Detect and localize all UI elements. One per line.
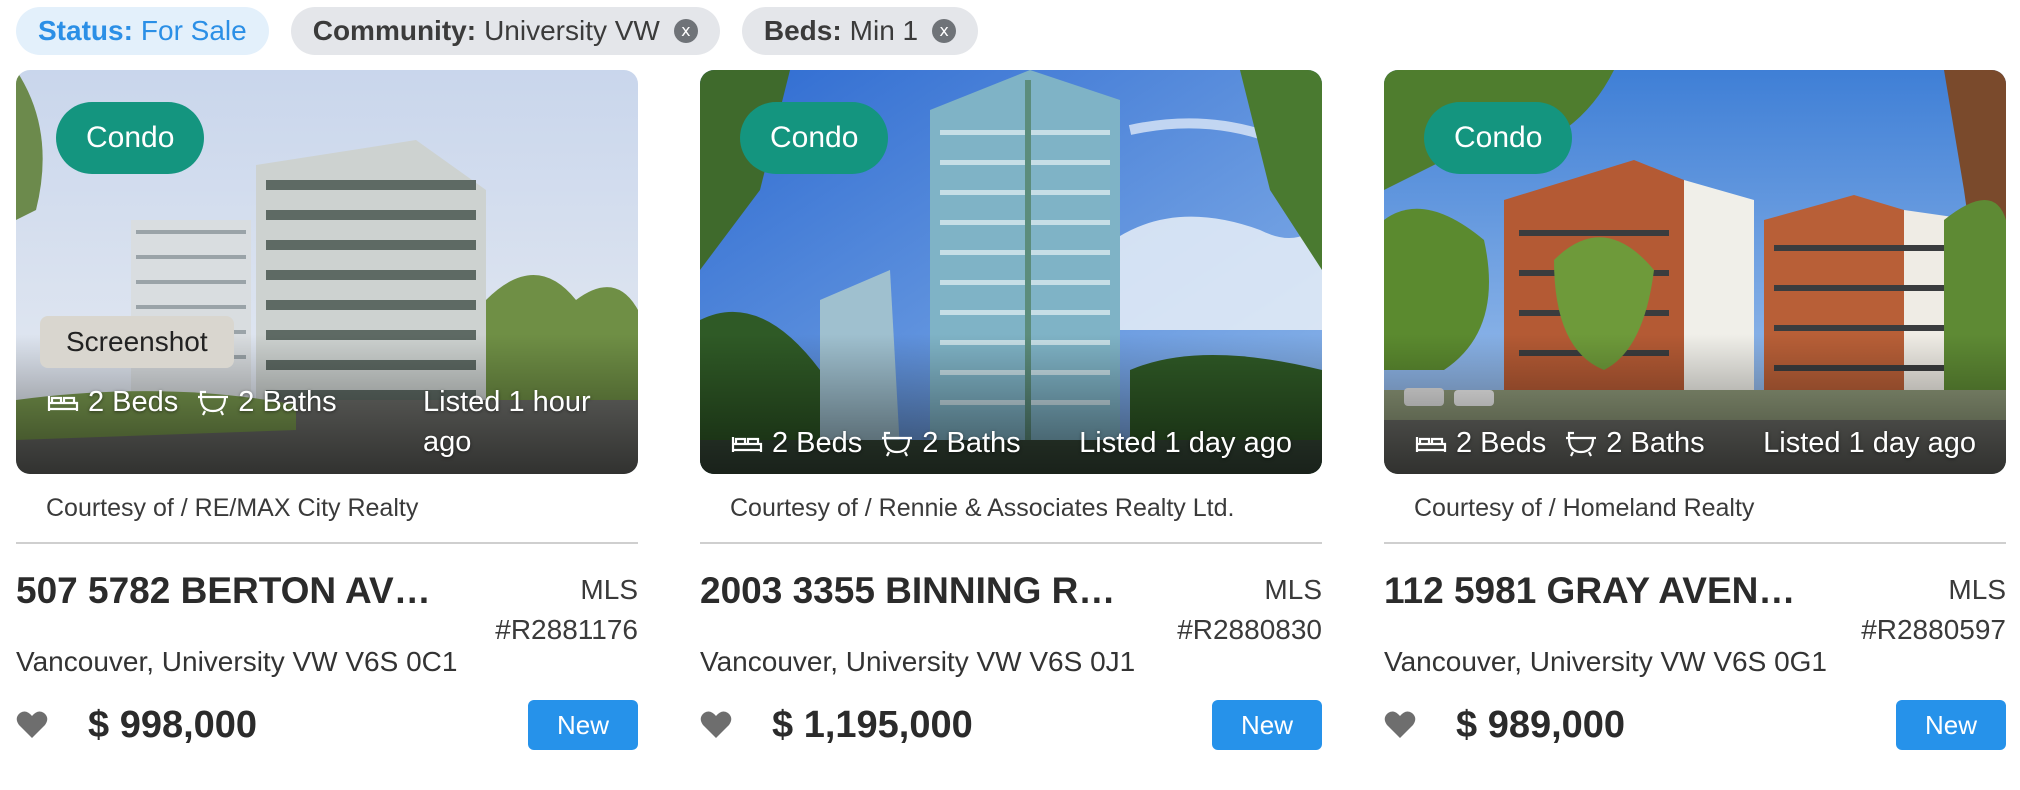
filter-value: University VW <box>484 15 660 46</box>
courtesy-text: Courtesy of / Homeland Realty <box>1384 474 2006 544</box>
beds-count: 2 Beds <box>88 386 179 418</box>
beds-info: 2 Beds <box>730 427 862 460</box>
bed-icon <box>731 436 763 452</box>
listing-city: Vancouver, University VW V6S 0J1 <box>700 646 1136 677</box>
listed-time: Listed 1 hour ago <box>423 386 591 458</box>
property-type-badge: Condo <box>740 102 889 174</box>
beds-info: 2 Beds <box>46 386 178 419</box>
bath-icon <box>1566 431 1597 456</box>
listing-city: Vancouver, University VW V6S 0G1 <box>1384 646 1827 677</box>
photo-info-bar: 2 Beds 2 Baths Listed 1 day ago <box>1414 427 1976 460</box>
mls-label: MLS <box>580 574 638 605</box>
heart-icon[interactable] <box>700 710 732 740</box>
listing-photo[interactable]: Condo 2 Beds 2 Baths Listed 1 day ago <box>1384 70 2006 474</box>
filter-value: For Sale <box>140 15 247 46</box>
property-type-badge: Condo <box>1424 102 1573 174</box>
new-badge[interactable]: New <box>528 700 638 750</box>
close-icon[interactable]: x <box>673 19 698 43</box>
bed-icon <box>47 395 79 411</box>
listing-price: $ 989,000 <box>1456 703 1626 746</box>
baths-count: 2 Baths <box>238 386 337 418</box>
bath-icon <box>882 431 913 456</box>
bed-icon <box>1415 436 1447 452</box>
baths-info: 2 Baths <box>1564 427 1705 460</box>
heart-icon[interactable] <box>1384 710 1416 740</box>
beds-info: 2 Beds <box>1414 427 1546 460</box>
baths-count: 2 Baths <box>1606 427 1705 459</box>
listing-address[interactable]: 2003 3355 BINNING ROAD <box>700 570 1120 650</box>
listing-address[interactable]: 112 5981 GRAY AVENUE <box>1384 570 1804 650</box>
beds-count: 2 Beds <box>1456 427 1547 459</box>
mls-value: #R2881176 <box>495 614 638 645</box>
screenshot-tag: Screenshot <box>40 316 234 368</box>
filter-value: Min 1 <box>849 15 919 46</box>
photo-info-bar: 2 Beds 2 Baths Listed 1 hour ago <box>46 386 608 462</box>
mls-number: MLS #R2880597 <box>1861 570 2006 650</box>
property-type-badge: Condo <box>56 102 205 174</box>
mls-number: MLS #R2880830 <box>1177 570 1322 650</box>
filter-chip-community[interactable]: Community: University VW x <box>290 7 720 55</box>
bath-icon <box>198 390 229 415</box>
mls-number: MLS #R2881176 <box>495 570 638 650</box>
listing-grid: Condo Screenshot 2 Beds 2 Baths Listed 1… <box>16 70 2006 750</box>
listing-card[interactable]: Condo Screenshot 2 Beds 2 Baths Listed 1… <box>16 70 638 750</box>
listing-card[interactable]: Condo 2 Beds 2 Baths Listed 1 day ago Co… <box>700 70 1322 750</box>
listed-time: Listed 1 day ago <box>1079 427 1292 459</box>
courtesy-text: Courtesy of / RE/MAX City Realty <box>16 474 638 544</box>
filter-bar: Status: For Sale Community: University V… <box>16 7 979 55</box>
photo-info-bar: 2 Beds 2 Baths Listed 1 day ago <box>730 427 1292 460</box>
mls-value: #R2880597 <box>1861 614 2006 645</box>
listing-photo[interactable]: Condo 2 Beds 2 Baths Listed 1 day ago <box>700 70 1322 474</box>
listing-photo[interactable]: Condo Screenshot 2 Beds 2 Baths Listed 1… <box>16 70 638 474</box>
listed-time: Listed 1 day ago <box>1763 427 1976 459</box>
baths-info: 2 Baths <box>880 427 1021 460</box>
mls-value: #R2880830 <box>1177 614 1322 645</box>
beds-count: 2 Beds <box>772 427 863 459</box>
filter-chip-beds[interactable]: Beds: Min 1 x <box>741 7 979 55</box>
filter-chip-status[interactable]: Status: For Sale <box>16 7 269 55</box>
listing-price: $ 998,000 <box>88 703 258 746</box>
mls-label: MLS <box>1264 574 1322 605</box>
new-badge[interactable]: New <box>1212 700 1322 750</box>
listing-city: Vancouver, University VW V6S 0C1 <box>16 646 458 677</box>
listing-card[interactable]: Condo 2 Beds 2 Baths Listed 1 day ago Co… <box>1384 70 2006 750</box>
listing-address[interactable]: 507 5782 BERTON AVENUE <box>16 570 436 650</box>
filter-key: Community: <box>312 15 477 46</box>
filter-key: Status: <box>38 15 133 46</box>
baths-info: 2 Baths <box>196 386 337 419</box>
listing-price: $ 1,195,000 <box>772 703 973 746</box>
new-badge[interactable]: New <box>1896 700 2006 750</box>
baths-count: 2 Baths <box>922 427 1021 459</box>
mls-label: MLS <box>1948 574 2006 605</box>
heart-icon[interactable] <box>16 710 48 740</box>
filter-key: Beds: <box>763 15 842 46</box>
close-icon[interactable]: x <box>932 19 957 43</box>
courtesy-text: Courtesy of / Rennie & Associates Realty… <box>700 474 1322 544</box>
